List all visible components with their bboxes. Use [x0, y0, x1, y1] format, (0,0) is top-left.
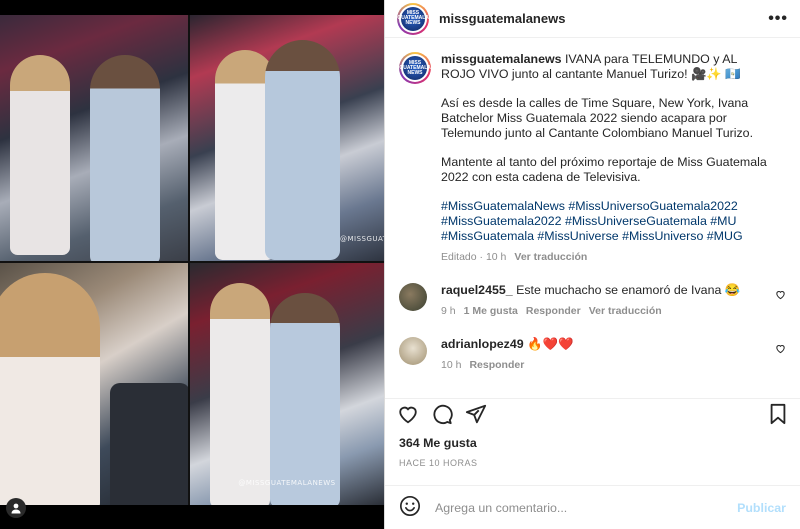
caption-username[interactable]: missguatemalanews	[441, 52, 562, 66]
publish-button[interactable]: Publicar	[737, 501, 786, 515]
header-username[interactable]: missguatemalanews	[439, 11, 565, 26]
comment-username[interactable]: raquel2455_	[441, 283, 513, 297]
post-caption: MISS GUATEMALA NEWS missguatemalanews IV…	[399, 52, 786, 265]
more-icon[interactable]: •••	[768, 10, 788, 28]
user-tag-icon[interactable]	[6, 498, 26, 518]
avatar[interactable]	[399, 337, 427, 365]
watermark: @MISSGUATEMALANEWS	[340, 235, 384, 243]
post-header: MISS GUATEMALA NEWS missguatemalanews ••…	[385, 0, 800, 38]
comment-item: adrianlopez49 🔥❤️❤️ 10 h Responder	[399, 337, 786, 373]
share-icon[interactable]	[465, 403, 487, 425]
post-timestamp[interactable]: HACE 10 HORAS	[399, 458, 478, 468]
comment-item: raquel2455_ Este muchacho se enamoró de …	[399, 283, 786, 319]
comment-text: Este muchacho se enamoró de Ivana 😂	[516, 283, 741, 297]
comment-text: 🔥❤️❤️	[527, 337, 574, 351]
comments-section[interactable]: MISS GUATEMALA NEWS missguatemalanews IV…	[385, 38, 800, 391]
post-media[interactable]: @MISSGUATEMALANEWS @MISSGUATEMALANEWS	[0, 0, 384, 529]
comment-time: 9 h	[441, 305, 456, 317]
comment-time: 10 h	[441, 359, 462, 371]
person-figure	[110, 383, 188, 505]
post-window: @MISSGUATEMALANEWS @MISSGUATEMALANEWS MI…	[0, 0, 800, 529]
photo-top-left	[0, 15, 188, 261]
caption-edited: Editado · 10 h	[441, 251, 507, 263]
caption-paragraph: Mantente al tanto del próximo reportaje …	[441, 155, 767, 184]
comment-likes[interactable]: 1 Me gusta	[464, 305, 518, 317]
comment-username[interactable]: adrianlopez49	[441, 337, 524, 351]
photo-top-right: @MISSGUATEMALANEWS	[188, 15, 384, 261]
bookmark-icon[interactable]	[768, 403, 788, 425]
caption-paragraph: Así es desde la calles de Time Square, N…	[441, 96, 754, 140]
watermark: @MISSGUATEMALANEWS	[238, 479, 336, 487]
caption-hashtags[interactable]: #MissGuatemalaNews #MissUniversoGuatemal…	[441, 199, 771, 244]
see-translation-link[interactable]: Ver traducción	[589, 305, 662, 317]
comment-input[interactable]	[435, 500, 738, 515]
avatar[interactable]: MISS GUATEMALA NEWS	[399, 52, 431, 84]
heart-icon[interactable]	[775, 289, 786, 303]
add-comment-bar: Publicar	[385, 485, 800, 529]
person-figure	[90, 55, 160, 261]
person-figure	[0, 273, 100, 505]
action-bar	[385, 398, 800, 428]
reply-button[interactable]: Responder	[526, 305, 581, 317]
person-figure	[265, 40, 340, 260]
brand-logo: MISS GUATEMALA NEWS	[399, 56, 431, 80]
heart-icon[interactable]	[775, 343, 786, 357]
person-figure	[270, 293, 340, 505]
person-figure	[210, 283, 270, 505]
see-translation-link[interactable]: Ver traducción	[514, 251, 587, 263]
avatar[interactable]: MISS GUATEMALA NEWS	[397, 2, 429, 35]
person-figure	[10, 55, 70, 255]
like-count[interactable]: 364 Me gusta	[399, 436, 477, 450]
emoji-icon[interactable]	[399, 495, 421, 520]
heart-icon[interactable]	[397, 403, 419, 425]
brand-logo: MISS GUATEMALA NEWS	[397, 6, 429, 31]
post-sidebar: MISS GUATEMALA NEWS missguatemalanews ••…	[384, 0, 800, 529]
avatar[interactable]	[399, 283, 427, 311]
reply-button[interactable]: Responder	[469, 359, 524, 371]
photo-bottom-right: @MISSGUATEMALANEWS	[188, 261, 384, 505]
comment-icon[interactable]	[431, 403, 453, 425]
photo-collage: @MISSGUATEMALANEWS @MISSGUATEMALANEWS	[0, 15, 384, 505]
photo-bottom-left	[0, 261, 188, 505]
